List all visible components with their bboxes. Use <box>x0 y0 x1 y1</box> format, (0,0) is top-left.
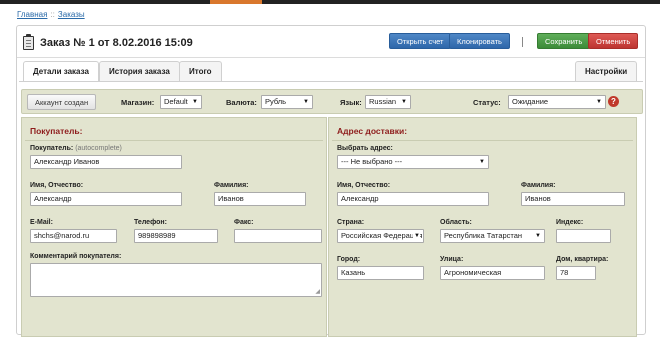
delivery-name-label: Имя, Отчество: <box>337 182 391 189</box>
currency-select-value: Рубль <box>265 97 287 106</box>
fax-input[interactable] <box>234 229 322 243</box>
delivery-section: Адрес доставки: Выбрать адрес: --- Не вы… <box>328 117 637 337</box>
country-select[interactable]: Российская Федерация ▼ <box>337 229 424 243</box>
open-invoice-button[interactable]: Открыть счет <box>389 33 452 49</box>
chevron-down-icon: ▼ <box>596 99 602 105</box>
tab-total[interactable]: Итого <box>179 61 222 81</box>
store-select[interactable]: Default ▼ <box>160 95 202 109</box>
delivery-section-title: Адрес доставки: <box>337 126 408 136</box>
chevron-down-icon: ▼ <box>413 230 420 242</box>
breadcrumb-orders-link[interactable]: Заказы <box>58 10 85 19</box>
help-icon[interactable]: ? <box>608 96 619 107</box>
store-select-value: Default <box>164 97 188 106</box>
buyer-section-divider <box>25 140 323 141</box>
chevron-down-icon: ▼ <box>535 233 541 239</box>
clone-button[interactable]: Клонировать <box>449 33 510 49</box>
email-input[interactable]: shchs@narod.ru <box>30 229 117 243</box>
street-input[interactable]: Агрономическая <box>440 266 545 280</box>
buyer-label-text: Покупатель: <box>30 145 74 152</box>
breadcrumb-home-link[interactable]: Главная <box>17 10 47 19</box>
header-separator <box>17 57 645 58</box>
chevron-down-icon: ▼ <box>192 99 198 105</box>
phone-input[interactable]: 989898989 <box>134 229 218 243</box>
city-label: Город: <box>337 256 361 263</box>
buyer-label: Покупатель: (autocomplete) <box>30 145 122 152</box>
region-select[interactable]: Республика Татарстан ▼ <box>440 229 545 243</box>
order-toolbar: Аккаунт создан Магазин: Default ▼ Валюта:… <box>21 89 643 114</box>
delivery-section-divider <box>332 140 633 141</box>
page-title: Заказ № 1 от 8.02.2016 15:09 <box>40 37 193 49</box>
resize-handle-icon[interactable]: ◢ <box>315 289 320 295</box>
chevron-down-icon: ▼ <box>479 159 485 165</box>
top-bar <box>0 0 660 4</box>
region-label: Область: <box>440 219 472 226</box>
buyer-section-title: Покупатель: <box>30 126 83 136</box>
choose-address-value: --- Не выбрано --- <box>341 157 403 166</box>
order-panel: Заказ № 1 от 8.02.2016 15:09 Открыть сче… <box>16 25 646 337</box>
currency-select[interactable]: Рубль ▼ <box>261 95 313 109</box>
buyer-surname-input[interactable]: Иванов <box>214 192 306 206</box>
language-select-value: Russian <box>369 97 397 106</box>
delivery-surname-label: Фамилия: <box>521 182 556 189</box>
language-label: Язык: <box>340 98 362 107</box>
clipboard-icon <box>23 34 34 50</box>
page-title-row: Заказ № 1 от 8.02.2016 15:09 <box>23 34 193 52</box>
customer-comment-label: Комментарий покупателя: <box>30 253 122 260</box>
zip-label: Индекс: <box>556 219 584 226</box>
street-label: Улица: <box>440 256 464 263</box>
currency-label: Валюта: <box>226 98 257 107</box>
account-created-button[interactable]: Аккаунт создан <box>27 94 97 110</box>
country-label: Страна: <box>337 219 365 226</box>
top-bar-active-indicator <box>210 0 262 4</box>
autocomplete-hint: (autocomplete) <box>75 145 122 152</box>
breadcrumb-separator: :: <box>50 10 55 19</box>
save-button[interactable]: Сохранить <box>537 33 591 49</box>
buyer-name-input[interactable]: Александр <box>30 192 182 206</box>
email-label: E-Mail: <box>30 219 53 226</box>
tabs-baseline <box>19 81 643 82</box>
buyer-section: Покупатель: Покупатель: (autocomplete) А… <box>21 117 327 337</box>
house-input[interactable]: 78 <box>556 266 596 280</box>
buyer-surname-label: Фамилия: <box>214 182 249 189</box>
breadcrumb: Главная:: Заказы <box>17 10 85 19</box>
delivery-surname-input[interactable]: Иванов <box>521 192 625 206</box>
status-select[interactable]: Ожидание ▼ <box>508 95 606 109</box>
choose-address-label: Выбрать адрес: <box>337 145 393 152</box>
delivery-name-input[interactable]: Александр <box>337 192 489 206</box>
phone-label: Телефон: <box>134 219 167 226</box>
tab-order-history[interactable]: История заказа <box>99 61 180 81</box>
tab-order-details[interactable]: Детали заказа <box>23 61 99 82</box>
choose-address-select[interactable]: --- Не выбрано --- ▼ <box>337 155 489 169</box>
city-input[interactable]: Казань <box>337 266 424 280</box>
house-label: Дом, квартира: <box>556 256 609 263</box>
buyer-input[interactable]: Александр Иванов <box>30 155 182 169</box>
region-select-value: Республика Татарстан <box>444 231 523 240</box>
cancel-button[interactable]: Отменить <box>588 33 639 49</box>
header-divider <box>522 37 523 47</box>
country-select-value: Российская Федерация <box>341 231 423 240</box>
language-select[interactable]: Russian ▼ <box>365 95 411 109</box>
chevron-down-icon: ▼ <box>401 99 407 105</box>
fax-label: Факс: <box>234 219 254 226</box>
zip-input[interactable] <box>556 229 611 243</box>
customer-comment-textarea[interactable]: ◢ <box>30 263 322 297</box>
buyer-name-label: Имя, Отчество: <box>30 182 84 189</box>
store-label: Магазин: <box>121 98 155 107</box>
chevron-down-icon: ▼ <box>303 99 309 105</box>
status-select-value: Ожидание <box>512 97 549 106</box>
status-label: Статус: <box>473 98 501 107</box>
tab-settings[interactable]: Настройки <box>575 61 638 81</box>
